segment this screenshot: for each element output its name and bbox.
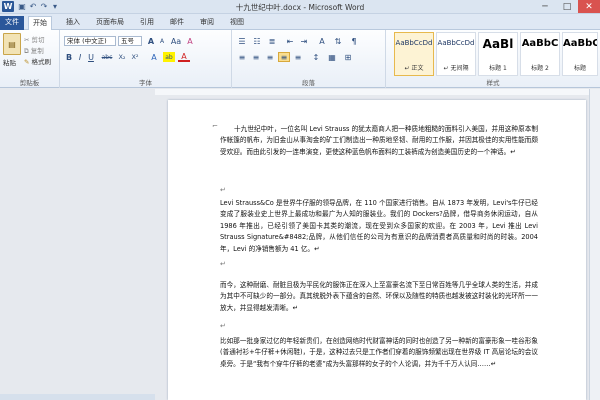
bullets-icon[interactable]: ☰ xyxy=(236,36,248,46)
shading-icon[interactable]: ▦ xyxy=(326,52,338,62)
italic-button[interactable]: I xyxy=(75,52,85,62)
style-name: 标题 1 xyxy=(489,65,507,72)
style-sample: AaBbC xyxy=(521,38,559,49)
text-effects-icon[interactable]: A xyxy=(148,52,160,62)
document-page[interactable]: ⌐ 十九世纪中叶，一位名叫 Levi Strauss 的犹太裔商人把一种质地粗糙… xyxy=(168,100,586,400)
styles-group-label: 样式 xyxy=(486,79,500,87)
font-group-label: 字体 xyxy=(139,79,152,87)
align-left-icon[interactable]: ≡ xyxy=(236,52,248,62)
copy-button[interactable]: ⧉ 复制 xyxy=(24,45,44,56)
format-painter-label: 格式刷 xyxy=(31,58,52,66)
maximize-button[interactable]: □ xyxy=(556,0,578,13)
style-sample: AaBbC xyxy=(563,38,597,49)
horizontal-ruler[interactable] xyxy=(155,89,595,95)
tab-review[interactable]: 审阅 xyxy=(196,16,218,30)
tab-view[interactable]: 视图 xyxy=(226,16,248,30)
cut-icon: ✂ xyxy=(24,36,30,44)
paste-icon[interactable]: ▤ xyxy=(3,33,21,55)
format-painter-icon: ✎ xyxy=(24,58,30,66)
borders-icon[interactable]: ⊞ xyxy=(342,52,354,62)
subscript-button[interactable]: X₂ xyxy=(116,52,128,62)
close-button[interactable]: ✕ xyxy=(578,0,600,13)
paragraph-mark: ↵ xyxy=(220,186,226,194)
paragraph-4[interactable]: 比如那一批身家过亿的年轻新贵们，在创造网络时代财富神话的同时也创造了另一种新的富… xyxy=(220,336,538,370)
multilevel-list-icon[interactable]: ≣ xyxy=(266,36,278,46)
chinese-layout-icon[interactable]: A xyxy=(316,36,328,46)
format-painter-button[interactable]: ✎ 格式刷 xyxy=(24,56,51,66)
sort-icon[interactable]: ⇅ xyxy=(332,36,344,46)
font-name-dropdown[interactable]: 宋体 (中文正) xyxy=(64,36,116,46)
tab-references[interactable]: 引用 xyxy=(136,16,158,30)
minimize-button[interactable]: ─ xyxy=(534,0,556,13)
shrink-font-icon[interactable]: A xyxy=(157,36,167,46)
superscript-button[interactable]: X² xyxy=(129,52,141,62)
window-title: 十九世纪中叶.docx - Microsoft Word xyxy=(235,3,365,12)
decrease-indent-icon[interactable]: ⇤ xyxy=(284,36,296,46)
highlight-button[interactable]: ab xyxy=(163,52,175,62)
paragraph-1[interactable]: 十九世纪中叶，一位名叫 Levi Strauss 的犹太裔商人把一种质地粗糙的面… xyxy=(220,124,538,158)
style-normal[interactable]: AaBbCcDd ↵ 正文 xyxy=(394,32,434,76)
show-marks-icon[interactable]: ¶ xyxy=(348,36,360,46)
left-panel-area xyxy=(0,89,155,400)
styles-group: AaBbCcDd ↵ 正文 AaBbCcDd ↵ 无间隔 AaBl 标题 1 A… xyxy=(386,30,600,88)
tab-mailings[interactable]: 邮件 xyxy=(166,16,188,30)
font-color-button[interactable]: A xyxy=(178,52,190,62)
paragraph-group-label: 段落 xyxy=(302,79,315,87)
style-title[interactable]: AaBbC 标题 xyxy=(562,32,598,76)
style-no-spacing[interactable]: AaBbCcDd ↵ 无间隔 xyxy=(436,32,476,76)
tab-home[interactable]: 开始 xyxy=(28,16,52,30)
copy-icon: ⧉ xyxy=(24,47,29,55)
cut-label: 剪切 xyxy=(31,36,45,44)
strikethrough-button[interactable]: abc xyxy=(100,52,114,62)
paste-button[interactable]: 粘贴 xyxy=(3,57,16,67)
clipboard-group-label: 剪贴板 xyxy=(19,79,40,87)
style-name: 标题 2 xyxy=(531,65,549,72)
clipboard-group: ▤ 粘贴 ✂ 剪切 ⧉ 复制 ✎ 格式刷 剪贴板 xyxy=(0,30,60,88)
vertical-scrollbar[interactable] xyxy=(589,89,600,400)
increase-indent-icon[interactable]: ⇥ xyxy=(298,36,310,46)
bold-button[interactable]: B xyxy=(64,52,74,62)
grow-font-icon[interactable]: A xyxy=(146,36,156,46)
numbering-icon[interactable]: ☷ xyxy=(251,36,263,46)
status-bar xyxy=(0,394,155,400)
tab-page-layout[interactable]: 页面布局 xyxy=(92,16,128,30)
margin-corner-mark: ⌐ xyxy=(212,122,218,130)
font-size-dropdown[interactable]: 五号 xyxy=(118,36,142,46)
align-center-icon[interactable]: ≡ xyxy=(250,52,262,62)
style-name: ↵ 正文 xyxy=(404,65,424,72)
ribbon-tabs: 文件 开始 插入 页面布局 引用 邮件 审阅 视图 xyxy=(0,14,600,30)
distributed-icon[interactable]: ≡ xyxy=(292,52,304,62)
style-heading-2[interactable]: AaBbC 标题 2 xyxy=(520,32,560,76)
paragraph-group: ☰ ☷ ≣ ⇤ ⇥ A ⇅ ¶ ≡ ≡ ≡ ≡ ≡ ↕ ▦ ⊞ 段落 xyxy=(232,30,386,88)
justify-icon[interactable]: ≡ xyxy=(278,52,290,62)
tab-insert[interactable]: 插入 xyxy=(62,16,84,30)
style-sample: AaBl xyxy=(482,37,514,51)
copy-label: 复制 xyxy=(30,47,44,55)
clear-format-icon[interactable]: A xyxy=(184,36,196,46)
line-spacing-icon[interactable]: ↕ xyxy=(310,52,322,62)
paragraph-3[interactable]: 而今，这种耐磨、耐脏且极为平民化的服饰正在深入上至富豪名流下至日常百姓等几乎全球… xyxy=(220,280,538,314)
style-sample: AaBbCcDd xyxy=(395,39,433,47)
change-case-icon[interactable]: Aa xyxy=(170,36,182,46)
underline-button[interactable]: U xyxy=(86,52,96,62)
style-name: ↵ 无间隔 xyxy=(443,65,469,72)
tab-file[interactable]: 文件 xyxy=(0,16,24,30)
cut-button[interactable]: ✂ 剪切 xyxy=(24,34,45,44)
style-sample: AaBbCcDd xyxy=(437,39,475,47)
ribbon: ▤ 粘贴 ✂ 剪切 ⧉ 复制 ✎ 格式刷 剪贴板 宋体 (中文正) 五号 A A… xyxy=(0,30,600,88)
paragraph-mark: ↵ xyxy=(220,260,226,268)
title-bar: W ▣ ↶ ↷ ▾ 十九世纪中叶.docx - Microsoft Word ─… xyxy=(0,0,600,14)
style-name: 标题 xyxy=(573,65,586,72)
paragraph-2[interactable]: Levi Strauss&Co 是世界牛仔服的领导品牌，在 110 个国家进行销… xyxy=(220,198,538,255)
paragraph-mark: ↵ xyxy=(220,322,226,330)
align-right-icon[interactable]: ≡ xyxy=(264,52,276,62)
font-group: 宋体 (中文正) 五号 A A Aa A B I U abc X₂ X² A a… xyxy=(60,30,232,88)
style-heading-1[interactable]: AaBl 标题 1 xyxy=(478,32,518,76)
